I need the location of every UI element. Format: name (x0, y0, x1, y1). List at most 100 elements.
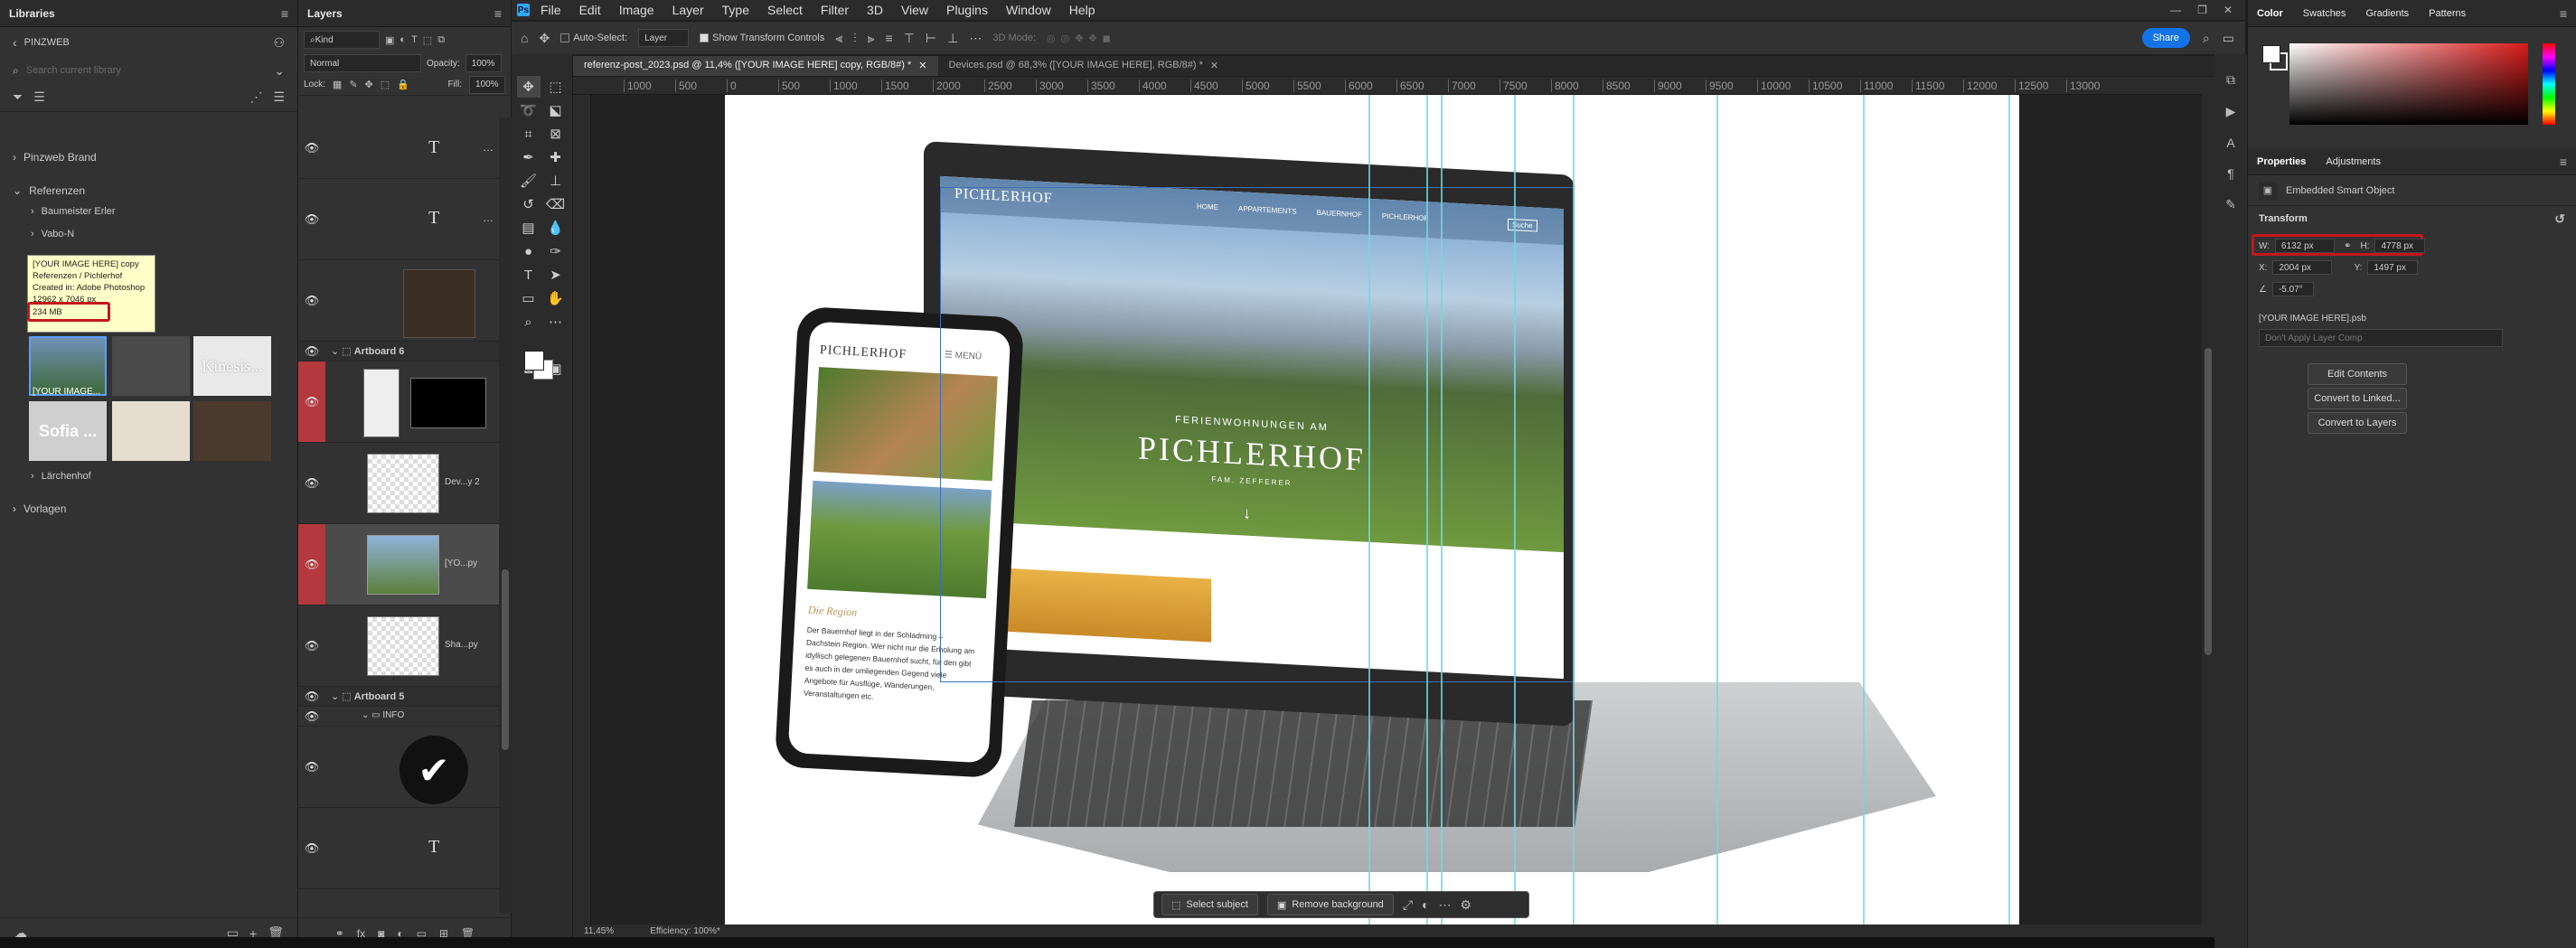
guide[interactable] (1368, 95, 1370, 925)
blur-tool-icon[interactable]: 💧 (544, 217, 568, 239)
crop-tool-icon[interactable]: ⌗ (517, 123, 541, 145)
group-pinzweb-brand[interactable]: › Pinzweb Brand (13, 151, 97, 164)
share-button[interactable]: Share (2141, 28, 2190, 48)
search-icon[interactable]: ⌕ (2203, 31, 2210, 46)
align-middle-icon[interactable]: ⊢ (926, 31, 936, 46)
menu-image[interactable]: Image (619, 3, 654, 17)
artboard-6-row[interactable]: 👁 ⌄ ⬚ Artboard 6 (298, 342, 499, 361)
hue-slider[interactable] (2543, 43, 2555, 125)
layer-row[interactable]: 👁 Dev...y 2 (298, 443, 499, 524)
guide[interactable] (2008, 95, 2010, 925)
move-tool-icon[interactable]: ✥ (539, 31, 550, 46)
menu-help[interactable]: Help (1069, 3, 1095, 17)
rectangle-tool-icon[interactable]: ▭ (517, 287, 541, 309)
edit-contents-button[interactable]: Edit Contents (2308, 363, 2407, 385)
guide[interactable] (1573, 95, 1575, 925)
menu-window[interactable]: Window (1006, 3, 1051, 17)
visibility-eye-icon[interactable]: 👁 (298, 361, 325, 442)
visibility-eye-icon[interactable]: 👁 (298, 260, 325, 341)
panel-menu-icon[interactable]: ≡ (281, 6, 288, 21)
canvas-scrollbar-v[interactable] (2202, 77, 2214, 925)
path-select-icon[interactable]: ➤ (544, 264, 568, 286)
eraser-icon[interactable]: ⌫ (544, 193, 568, 215)
auto-select-checkbox[interactable]: Auto-Select: (560, 33, 627, 43)
layer-row[interactable]: 👁 T … (298, 117, 499, 179)
y-field[interactable]: 1497 px (2367, 260, 2419, 275)
adjustment-filter-icon[interactable]: ◐ (400, 34, 406, 45)
asset-thumb-gray[interactable] (112, 336, 190, 396)
menu-filter[interactable]: Filter (821, 3, 849, 17)
visibility-eye-icon[interactable]: 👁 (298, 179, 325, 259)
artboard-5-row[interactable]: 👁 ⌄ ⬚ Artboard 5 (298, 687, 499, 707)
x-field[interactable]: 2004 px (2272, 260, 2333, 275)
close-tab-icon[interactable]: ✕ (918, 60, 926, 72)
subgroup-baumeister[interactable]: › Baumeister Erler (31, 206, 116, 217)
visibility-eye-icon[interactable]: 👁 (298, 687, 325, 706)
artboard-canvas[interactable]: PICHLERHOF HOME APPARTEMENTS BAUERNHOF PICH… (725, 95, 2019, 925)
lock-position-icon[interactable]: ✥ (365, 79, 373, 90)
more-options-icon[interactable]: ⋯ (969, 31, 982, 46)
asset-thumb-beige[interactable] (112, 401, 190, 461)
menu-select[interactable]: Select (767, 3, 803, 17)
group-view-icon[interactable]: ☰ (33, 89, 45, 105)
paragraph-icon[interactable]: ¶ (2227, 166, 2234, 181)
layer-row[interactable]: 👁 (298, 361, 499, 443)
play-icon[interactable]: ▶ (2226, 104, 2236, 119)
close-tab-icon[interactable]: ✕ (1210, 60, 1218, 72)
blend-mode-dropdown[interactable]: Normal (304, 54, 421, 72)
tab-gradients[interactable]: Gradients (2365, 8, 2409, 19)
workspace-icon[interactable]: ▭ (2223, 31, 2234, 46)
guide[interactable] (1716, 95, 1718, 925)
menu-file[interactable]: File (541, 3, 561, 17)
lock-transparent-icon[interactable]: ▦ (333, 79, 342, 90)
marquee-tool-icon[interactable]: ⬚ (544, 76, 568, 98)
chevron-left-icon[interactable]: ‹ (13, 35, 17, 50)
tab-referenz[interactable]: referenz-post_2023.psd @ 11,4% ([YOUR IM… (573, 56, 938, 76)
layers-scrollbar[interactable] (499, 117, 512, 913)
menu-plugins[interactable]: Plugins (946, 3, 988, 17)
smart-filter-icon[interactable]: ⧉ (437, 34, 445, 46)
asset-thumb-sofia[interactable]: Sofia ... (29, 401, 107, 461)
lock-all-icon[interactable]: 🔒 (397, 79, 409, 90)
layers-title[interactable]: Layers (307, 7, 343, 20)
shape-filter-icon[interactable]: ⬚ (423, 34, 432, 46)
library-selector[interactable]: ‹ PINZWEB ⚇ (0, 27, 297, 58)
lock-pixels-icon[interactable]: ✎ (349, 79, 357, 90)
distribute-icon[interactable]: ≡ (886, 31, 893, 45)
layer-row[interactable]: 👁 ✔ (298, 727, 499, 808)
more-icon[interactable]: ⋯ (1438, 897, 1451, 913)
show-transform-checkbox[interactable]: Show Transform Controls (700, 33, 824, 43)
layer-row[interactable]: 👁 T (298, 808, 499, 889)
asset-thumb-kinesis[interactable]: Kinesis... (193, 336, 271, 396)
layer-row[interactable]: 👁 (298, 260, 499, 342)
color-field[interactable] (2289, 43, 2528, 125)
visibility-eye-icon[interactable]: 👁 (298, 443, 325, 523)
visibility-eye-icon[interactable]: 👁 (298, 117, 325, 178)
group-vorlagen[interactable]: › Vorlagen (13, 502, 66, 515)
brush-settings-icon[interactable]: ✎ (2225, 197, 2236, 212)
angle-field[interactable]: -5.07° (2271, 282, 2314, 296)
character-icon[interactable]: A (2226, 136, 2234, 150)
height-field[interactable]: 4778 px (2374, 239, 2426, 253)
people-icon[interactable]: ⚇ (273, 35, 285, 51)
opacity-field[interactable]: 100% (465, 54, 502, 72)
align-center-icon[interactable]: ⫶ (853, 31, 857, 46)
stamp-tool-icon[interactable]: ⊥ (544, 170, 568, 192)
dodge-tool-icon[interactable]: ● (517, 240, 541, 262)
convert-linked-button[interactable]: Convert to Linked... (2308, 388, 2407, 409)
tab-properties[interactable]: Properties (2257, 156, 2306, 167)
remove-background-button[interactable]: ▣ Remove background (1266, 894, 1394, 915)
width-field[interactable]: 6132 px (2275, 239, 2336, 253)
color-fg-bg-swatch[interactable] (2262, 45, 2289, 72)
visibility-eye-icon[interactable]: 👁 (298, 524, 325, 605)
spot-heal-icon[interactable]: ✚ (544, 146, 568, 168)
asset-thumb-brown[interactable] (193, 401, 271, 461)
visibility-eye-icon[interactable]: 👁 (298, 605, 325, 686)
transform-icon[interactable]: ⤢ (1403, 897, 1413, 913)
menu-layer[interactable]: Layer (672, 3, 704, 17)
group-referenzen[interactable]: ⌄ Referenzen (13, 184, 85, 197)
move-tool-icon[interactable]: ✥ (516, 76, 541, 98)
efficiency-readout[interactable]: Efficiency: 100%* (650, 926, 720, 936)
object-select-icon[interactable]: ⬕ (544, 99, 568, 121)
brush-tool-icon[interactable]: 🖌 (517, 170, 541, 192)
